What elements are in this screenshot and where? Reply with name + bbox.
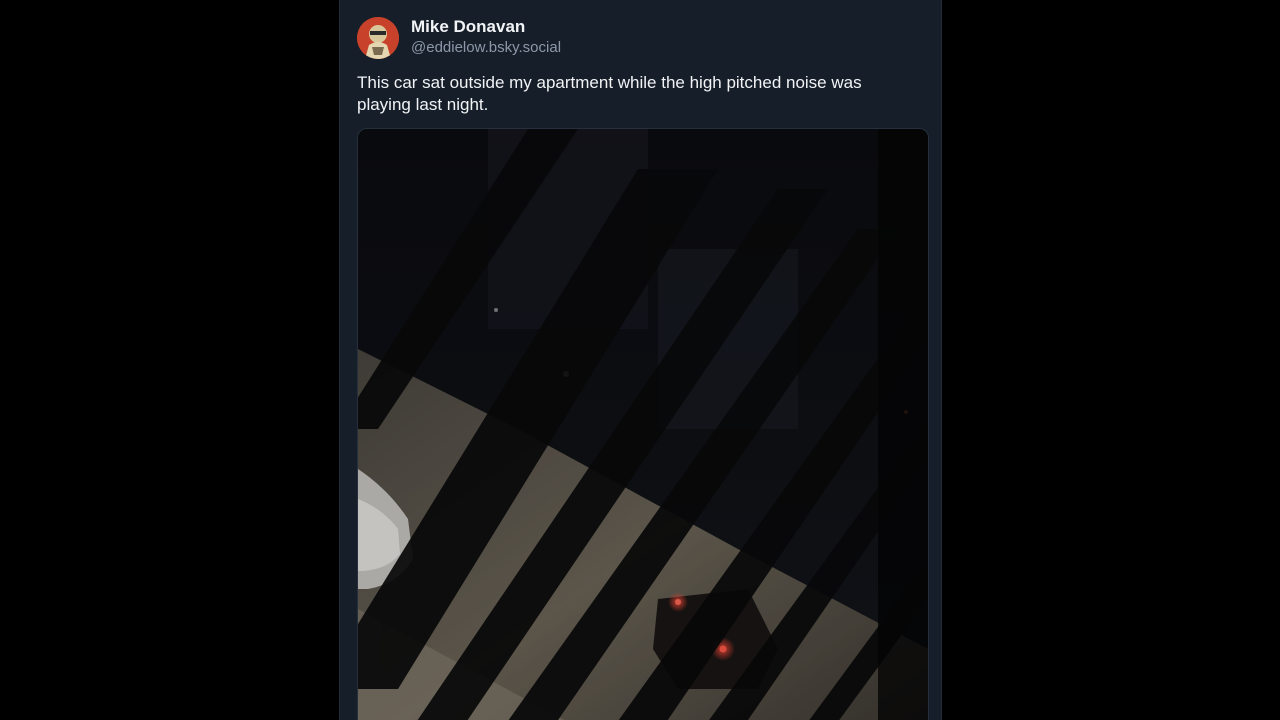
post-header: Mike Donavan @eddielow.bsky.social [357, 17, 561, 59]
author-block: Mike Donavan @eddielow.bsky.social [411, 17, 561, 57]
avatar-image [357, 17, 399, 59]
post-text: This car sat outside my apartment while … [357, 73, 862, 114]
video-frame: Mike Donavan @eddielow.bsky.social This … [0, 0, 1280, 720]
author-handle[interactable]: @eddielow.bsky.social [411, 39, 561, 57]
author-name[interactable]: Mike Donavan [411, 17, 561, 37]
night-photo-image [358, 129, 928, 720]
post-image[interactable] [357, 128, 929, 720]
post-card[interactable]: Mike Donavan @eddielow.bsky.social This … [339, 0, 942, 720]
avatar[interactable] [357, 17, 399, 59]
